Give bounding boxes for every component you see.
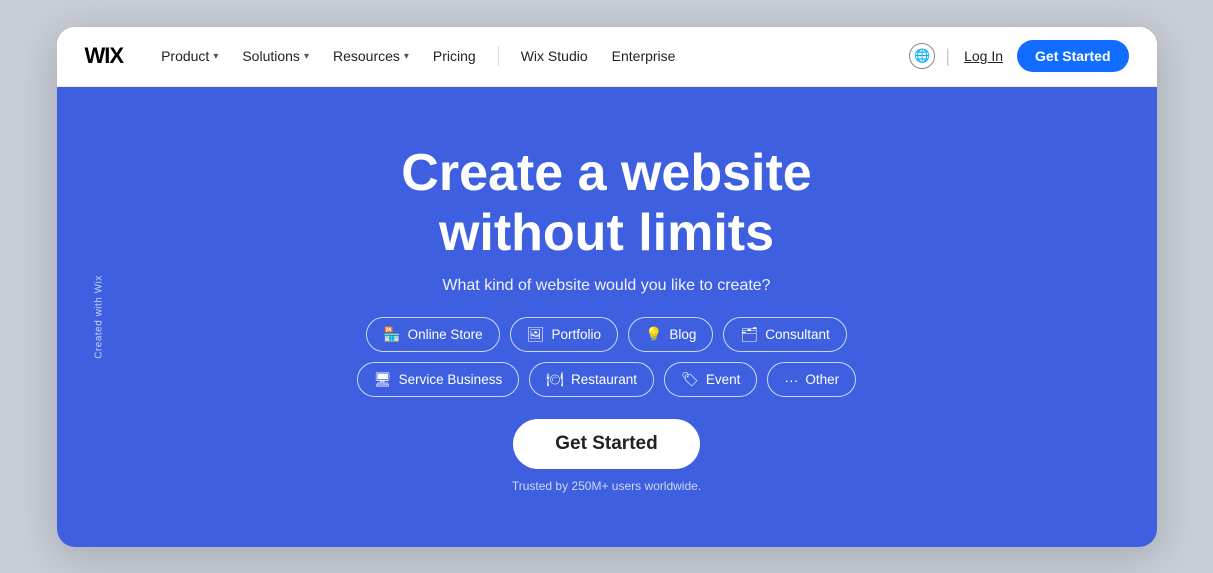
types-row-2: 🖥 Service Business 🍽 Restaurant 🏷 Event … (357, 362, 856, 397)
navbar: WIX Product ▾ Solutions ▾ Resources ▾ Pr… (57, 27, 1157, 87)
portfolio-icon: 🖼 (527, 326, 545, 343)
chevron-down-icon: ▾ (304, 51, 309, 62)
chevron-down-icon: ▾ (404, 51, 409, 62)
type-event[interactable]: 🏷 Event (664, 362, 757, 397)
restaurant-icon: 🍽 (546, 371, 564, 388)
nav-item-resources[interactable]: Resources ▾ (323, 42, 419, 70)
store-icon: 🏪 (383, 326, 400, 343)
type-consultant[interactable]: 🗂 Consultant (723, 317, 846, 352)
nav-item-wix-studio[interactable]: Wix Studio (511, 42, 598, 70)
type-online-store[interactable]: 🏪 Online Store (366, 317, 499, 352)
type-restaurant[interactable]: 🍽 Restaurant (529, 362, 654, 397)
nav-item-product[interactable]: Product ▾ (151, 42, 228, 70)
get-started-nav-button[interactable]: Get Started (1017, 40, 1128, 72)
trusted-text: Trusted by 250M+ users worldwide. (512, 479, 701, 493)
nav-separator: | (945, 46, 950, 67)
type-other[interactable]: ··· Other (767, 362, 856, 397)
type-service-business[interactable]: 🖥 Service Business (357, 362, 519, 397)
type-portfolio[interactable]: 🖼 Portfolio (510, 317, 618, 352)
nav-divider (498, 46, 499, 66)
blog-icon: 💡 (645, 326, 662, 343)
hero-section: Created with Wix Create a website withou… (57, 87, 1157, 547)
type-blog[interactable]: 💡 Blog (628, 317, 713, 352)
nav-item-solutions[interactable]: Solutions ▾ (232, 42, 319, 70)
screen-wrapper: WIX Product ▾ Solutions ▾ Resources ▾ Pr… (57, 27, 1157, 547)
event-icon: 🏷 (681, 371, 699, 388)
chevron-down-icon: ▾ (213, 51, 218, 62)
other-icon: ··· (784, 372, 798, 388)
hero-subtitle: What kind of website would you like to c… (442, 277, 770, 295)
wix-logo: WIX (85, 43, 124, 69)
website-types: 🏪 Online Store 🖼 Portfolio 💡 Blog 🗂 Cons… (357, 317, 856, 397)
nav-links: Product ▾ Solutions ▾ Resources ▾ Pricin… (151, 42, 909, 70)
nav-item-enterprise[interactable]: Enterprise (602, 42, 686, 70)
side-label: Created with Wix (93, 275, 104, 359)
types-row-1: 🏪 Online Store 🖼 Portfolio 💡 Blog 🗂 Cons… (366, 317, 847, 352)
consultant-icon: 🗂 (740, 326, 758, 343)
login-button[interactable]: Log In (960, 42, 1007, 70)
hero-get-started-button[interactable]: Get Started (513, 419, 699, 469)
nav-item-pricing[interactable]: Pricing (423, 42, 486, 70)
hero-title: Create a website without limits (401, 144, 811, 264)
service-icon: 🖥 (374, 371, 392, 388)
globe-icon[interactable]: 🌐 (909, 43, 935, 69)
nav-right: 🌐 | Log In Get Started (909, 40, 1128, 72)
